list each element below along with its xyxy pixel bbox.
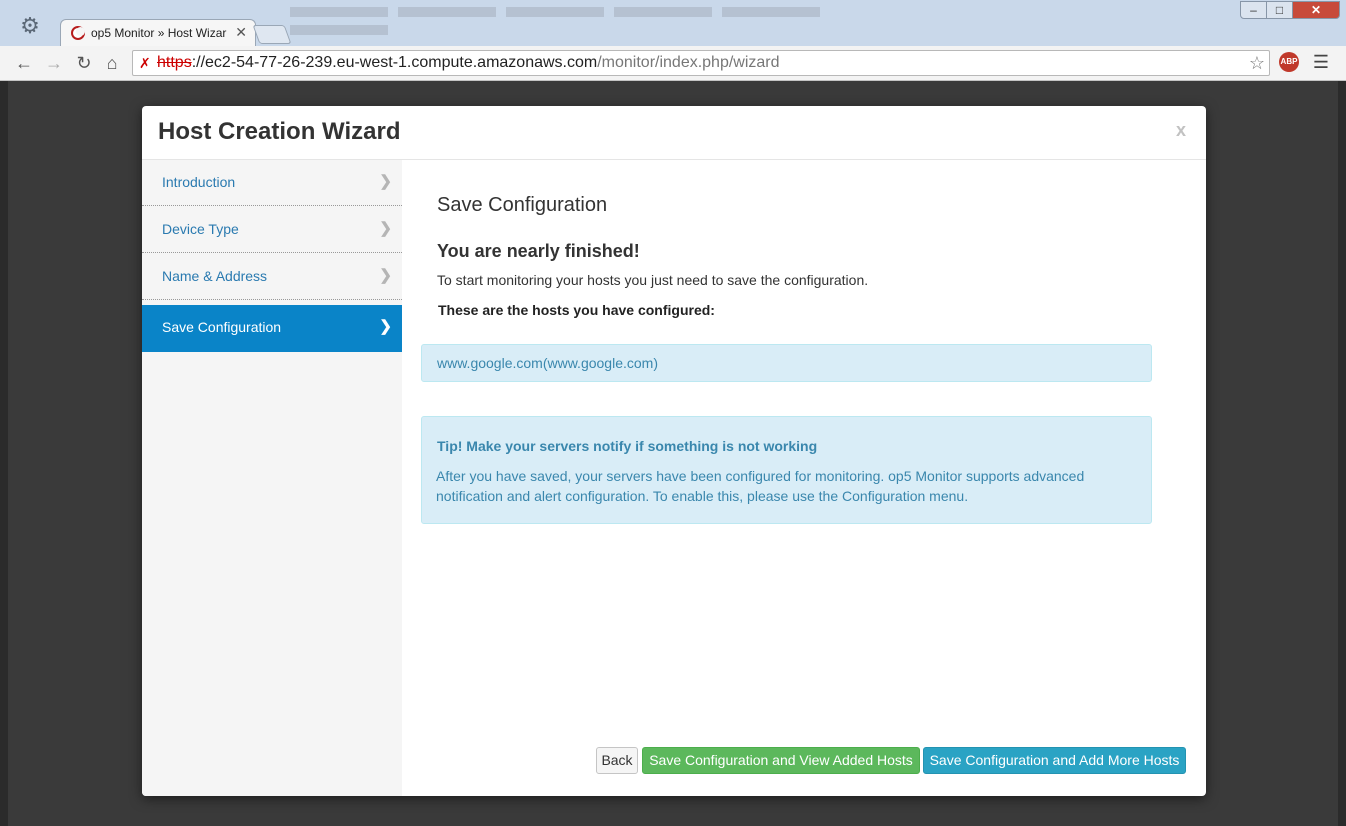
window-minimize-button[interactable]: – — [1240, 1, 1267, 19]
browser-tab[interactable]: op5 Monitor » Host Wizar ✕ — [60, 19, 256, 46]
tip-heading: Tip! Make your servers notify if somethi… — [437, 438, 818, 454]
sidebar-item-label: Device Type — [162, 221, 239, 237]
sidebar-item-label: Save Configuration — [162, 319, 282, 335]
section-title: Save Configuration — [437, 194, 608, 216]
blurred-bookmarks — [290, 4, 930, 35]
adblock-plus-icon[interactable]: ABP — [1279, 52, 1299, 72]
chevron-right-icon: ❯ — [379, 220, 392, 237]
save-add-more-hosts-button[interactable]: Save Configuration and Add More Hosts — [923, 747, 1186, 774]
modal-title: Host Creation Wizard — [158, 118, 401, 145]
host-creation-wizard-modal: Host Creation Wizard x Introduction ❯ De… — [142, 106, 1206, 796]
configured-hosts-list: www.google.com(www.google.com) — [421, 344, 1152, 382]
sidebar-item-introduction[interactable]: Introduction ❯ — [142, 160, 402, 206]
modal-header: Host Creation Wizard x — [142, 106, 1206, 160]
tab-title: op5 Monitor » Host Wizar — [91, 26, 227, 40]
sidebar-item-device-type[interactable]: Device Type ❯ — [142, 207, 402, 253]
window-maximize-button[interactable]: □ — [1266, 1, 1293, 19]
save-description: To start monitoring your hosts you just … — [437, 272, 869, 288]
chrome-menu-icon[interactable]: ☰ — [1312, 52, 1330, 72]
chevron-right-icon: ❯ — [379, 173, 392, 190]
home-icon[interactable]: ⌂ — [100, 51, 124, 75]
new-tab-button[interactable] — [252, 25, 292, 44]
url-scheme: https — [157, 54, 192, 71]
address-bar[interactable]: ✗ https://ec2-54-77-26-239.eu-west-1.com… — [132, 50, 1270, 76]
url-text: https://ec2-54-77-26-239.eu-west-1.compu… — [157, 51, 780, 75]
url-path: /monitor/index.php/wizard — [597, 54, 780, 71]
tab-close-icon[interactable]: ✕ — [235, 24, 247, 41]
insecure-lock-icon[interactable]: ✗ — [139, 51, 151, 75]
modal-close-button[interactable]: x — [1176, 120, 1186, 141]
nearly-finished-heading: You are nearly finished! — [437, 241, 640, 261]
url-host: ://ec2-54-77-26-239.eu-west-1.compute.am… — [191, 54, 598, 71]
wizard-steps-sidebar: Introduction ❯ Device Type ❯ Name & Addr… — [142, 160, 402, 796]
sidebar-item-label: Name & Address — [162, 268, 268, 284]
chevron-right-icon: ❯ — [379, 267, 392, 284]
sidebar-item-name-address[interactable]: Name & Address ❯ — [142, 254, 402, 300]
configured-hosts-label: These are the hosts you have configured: — [438, 302, 715, 318]
save-view-hosts-button[interactable]: Save Configuration and View Added Hosts — [642, 747, 920, 774]
back-arrow-icon[interactable]: ← — [12, 51, 36, 75]
browser-toolbar: ← → ↻ ⌂ ✗ https://ec2-54-77-26-239.eu-we… — [0, 46, 1346, 81]
op5-favicon-icon — [71, 26, 85, 40]
incognito-icon: ⚙ — [20, 13, 40, 38]
tip-body: After you have saved, your servers have … — [436, 468, 1085, 504]
back-button[interactable]: Back — [596, 747, 638, 774]
window-close-button[interactable]: ✕ — [1292, 1, 1340, 19]
sidebar-item-label: Introduction — [162, 174, 236, 190]
tip-alert: Tip! Make your servers notify if somethi… — [421, 416, 1152, 524]
browser-titlebar: ⚙ op5 Monitor » Host Wizar ✕ – □ ✕ — [0, 0, 1346, 47]
list-item: www.google.com(www.google.com) — [437, 355, 658, 371]
wizard-content: Save Configuration You are nearly finish… — [402, 160, 1206, 796]
forward-arrow-icon[interactable]: → — [42, 51, 66, 75]
bookmark-star-icon[interactable]: ☆ — [1249, 51, 1265, 75]
chevron-right-icon: ❯ — [379, 318, 392, 335]
sidebar-item-save-configuration[interactable]: Save Configuration ❯ — [142, 305, 402, 352]
reload-icon[interactable]: ↻ — [72, 51, 96, 75]
